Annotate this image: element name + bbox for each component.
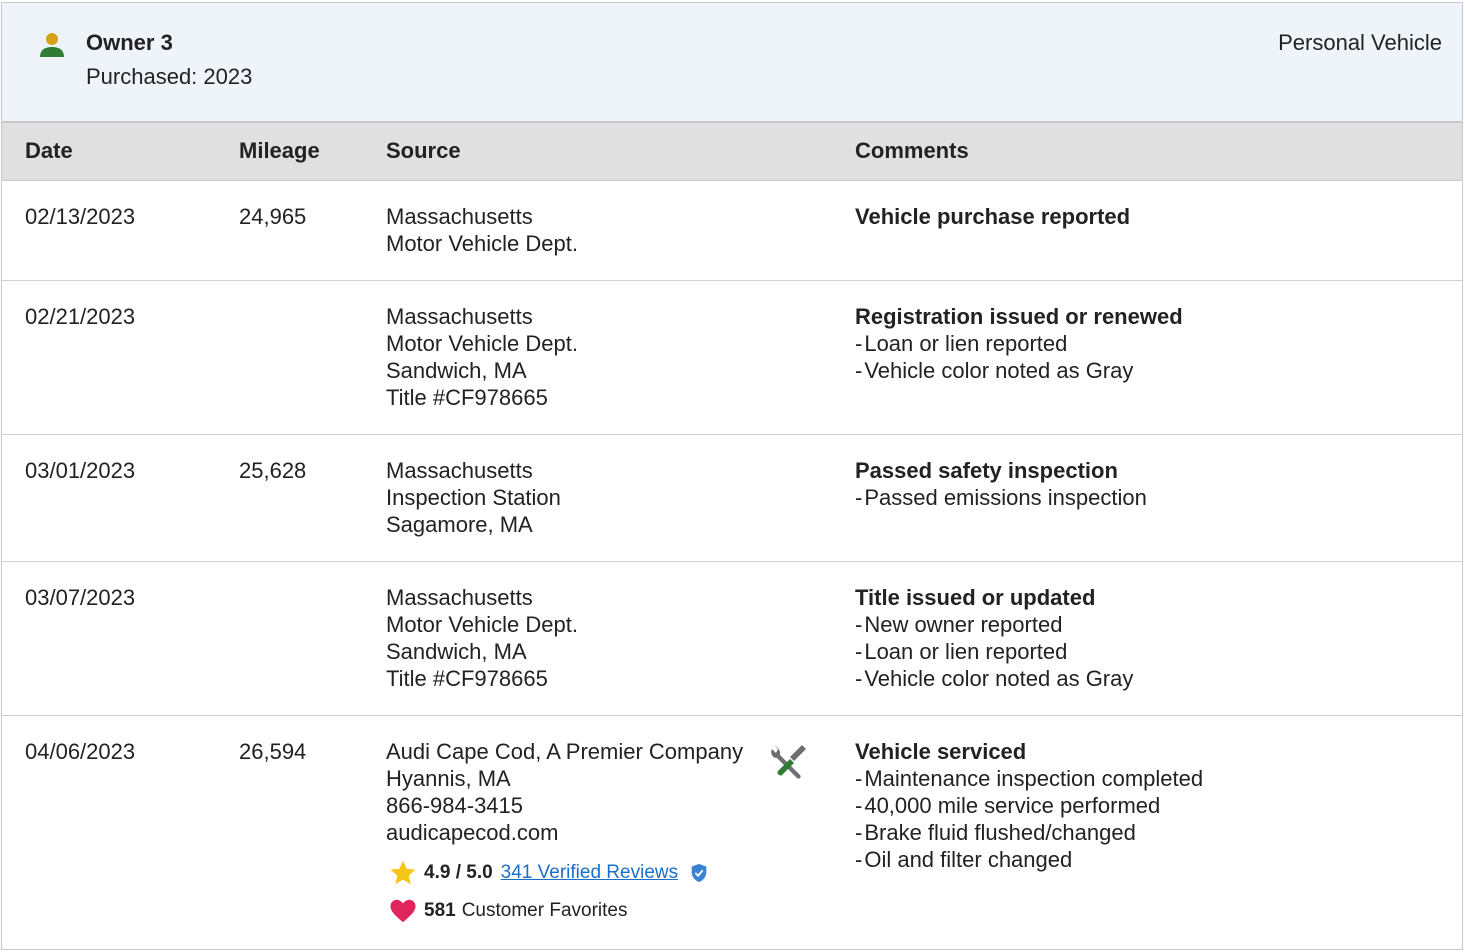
source-line: Motor Vehicle Dept. <box>386 612 578 637</box>
comment-item: Vehicle color noted as Gray <box>855 665 1133 692</box>
table-row: 03/07/2023 Massachusetts Motor Vehicle D… <box>2 562 1462 716</box>
column-header-source: Source <box>386 138 461 163</box>
row-date: 02/21/2023 <box>25 304 136 329</box>
comment-item: Vehicle color noted as Gray <box>855 357 1183 384</box>
comment-item: New owner reported <box>855 611 1133 638</box>
star-icon <box>390 860 416 885</box>
row-source: Massachusetts Motor Vehicle Dept. Sandwi… <box>386 584 578 692</box>
comment-item: Maintenance inspection completed <box>855 765 1203 792</box>
row-comments: Passed safety inspection Passed emission… <box>855 457 1147 511</box>
source-line: Massachusetts <box>386 304 533 329</box>
row-date: 04/06/2023 <box>25 739 136 764</box>
comment-title: Registration issued or renewed <box>855 304 1183 329</box>
wrench-screwdriver-icon <box>771 745 806 779</box>
comment-title: Vehicle purchase reported <box>855 204 1131 229</box>
source-line: Title #CF978665 <box>386 385 548 410</box>
source-line: Sagamore, MA <box>386 512 533 537</box>
row-comments: Title issued or updated New owner report… <box>855 584 1133 692</box>
verified-reviews-link[interactable]: 341 Verified Reviews <box>501 862 678 884</box>
comment-item: 40,000 mile service performed <box>855 792 1203 819</box>
source-line: Inspection Station <box>386 485 561 510</box>
row-mileage: 25,628 <box>239 458 307 483</box>
row-date: 02/13/2023 <box>25 204 136 229</box>
table-header: Date Mileage Source Comments <box>2 123 1462 181</box>
table-row: 02/13/2023 24,965 Massachusetts Motor Ve… <box>2 181 1462 281</box>
source-line: Motor Vehicle Dept. <box>386 231 578 256</box>
row-comments: Vehicle serviced Maintenance inspection … <box>855 738 1203 873</box>
table-row: 03/01/2023 25,628 Massachusetts Inspecti… <box>2 435 1462 562</box>
comment-title: Vehicle serviced <box>855 739 1027 764</box>
owner-header: Owner 3 Purchased: 2023 Personal Vehicle <box>2 3 1462 123</box>
column-header-mileage: Mileage <box>239 138 320 163</box>
source-line: Hyannis, MA <box>386 766 511 791</box>
column-header-date: Date <box>25 138 73 163</box>
verified-shield-icon <box>691 863 707 883</box>
row-date: 03/01/2023 <box>25 458 136 483</box>
source-line: 866-984-3415 <box>386 793 524 818</box>
source-line: Audi Cape Cod, A Premier Company <box>386 739 744 764</box>
comment-item: Loan or lien reported <box>855 330 1183 357</box>
row-source: Massachusetts Motor Vehicle Dept. <box>386 203 578 257</box>
source-line: Massachusetts <box>386 204 533 229</box>
comment-item: Passed emissions inspection <box>855 484 1146 511</box>
owner-history-card: Owner 3 Purchased: 2023 Personal Vehicle… <box>1 2 1463 950</box>
row-mileage: 26,594 <box>239 739 307 764</box>
owner-title: Owner 3 <box>86 30 173 55</box>
customer-favorites: 581 Customer Favorites <box>388 896 627 926</box>
comment-item: Oil and filter changed <box>855 846 1203 873</box>
source-line: Sandwich, MA <box>386 358 527 383</box>
dealer-rating: 4.9 / 5.0 341 Verified Reviews <box>388 858 710 888</box>
source-line: Massachusetts <box>386 458 533 483</box>
row-source: Massachusetts Motor Vehicle Dept. Sandwi… <box>386 303 578 411</box>
table-row: 04/06/2023 26,594 Audi Cape Cod, A Premi… <box>2 716 1462 951</box>
heart-icon <box>390 899 416 923</box>
row-source: Massachusetts Inspection Station Sagamor… <box>386 457 561 538</box>
source-line: Sandwich, MA <box>386 639 527 664</box>
comment-title: Title issued or updated <box>855 585 1096 610</box>
rating-value: 4.9 / 5.0 <box>424 862 493 883</box>
favorites-label: Customer Favorites <box>461 900 628 921</box>
owner-purchased: Purchased: 2023 <box>86 64 253 89</box>
row-comments: Registration issued or renewed Loan or l… <box>855 303 1183 384</box>
row-mileage: 24,965 <box>239 204 307 229</box>
favorites-count: 581 <box>424 900 456 921</box>
comment-item: Loan or lien reported <box>855 638 1133 665</box>
column-header-comments: Comments <box>855 138 969 163</box>
row-date: 03/07/2023 <box>25 585 136 610</box>
source-line: Title #CF978665 <box>386 666 548 691</box>
source-line: audicapecod.com <box>386 820 559 845</box>
row-source: Audi Cape Cod, A Premier Company Hyannis… <box>386 738 743 846</box>
source-line: Massachusetts <box>386 585 533 610</box>
table-row: 02/21/2023 Massachusetts Motor Vehicle D… <box>2 281 1462 435</box>
person-icon <box>40 33 64 57</box>
comment-item: Brake fluid flushed/changed <box>855 819 1203 846</box>
source-line: Motor Vehicle Dept. <box>386 331 578 356</box>
owner-vehicle-type: Personal Vehicle <box>1278 30 1442 55</box>
comment-title: Passed safety inspection <box>855 458 1118 483</box>
row-comments: Vehicle purchase reported <box>855 203 1130 230</box>
